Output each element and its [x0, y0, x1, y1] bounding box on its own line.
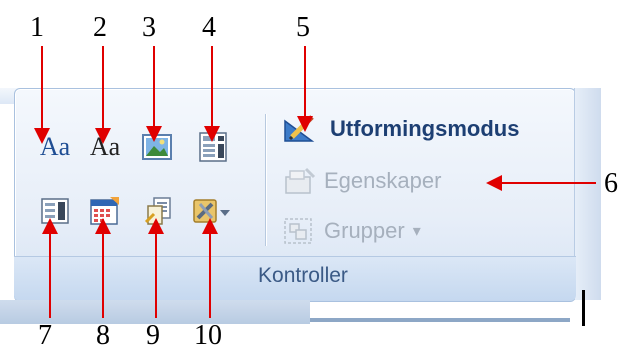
callout-arrows	[34, 46, 596, 318]
